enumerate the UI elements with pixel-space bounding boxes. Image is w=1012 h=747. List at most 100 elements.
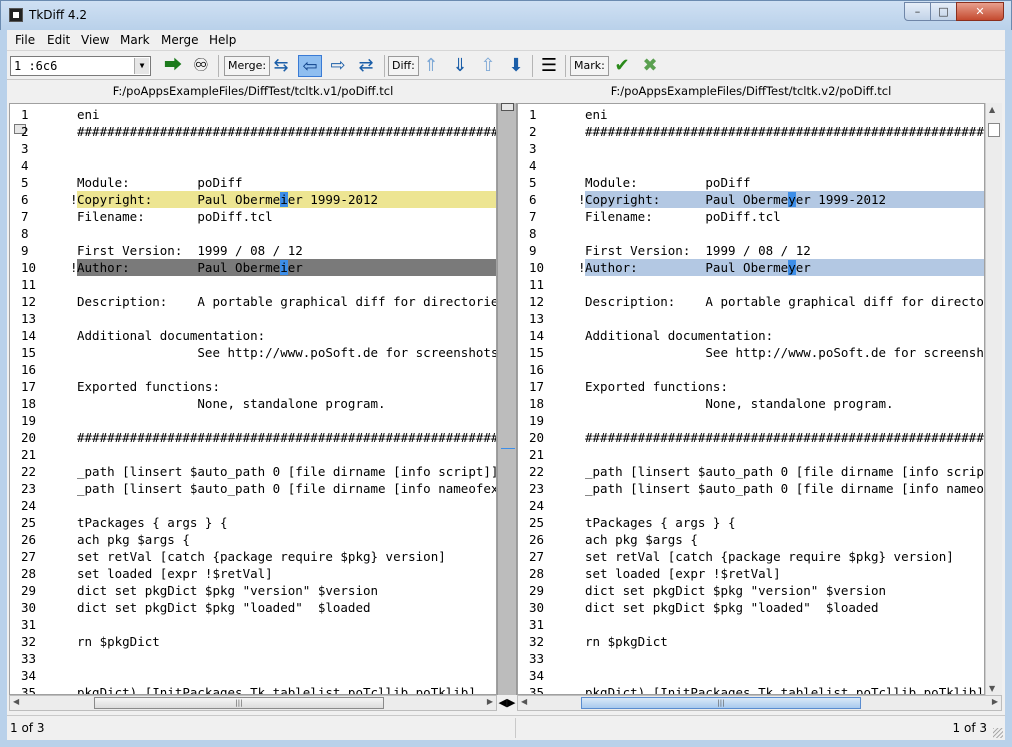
line-number: 19	[21, 413, 37, 428]
line-text-post: er	[795, 260, 811, 275]
right-code-line: 15 See http://www.poSoft.de for screensh…	[518, 344, 984, 361]
menu-file[interactable]: File	[15, 33, 35, 47]
scroll-down-icon[interactable]: ▼	[989, 684, 995, 693]
line-text: ########################################…	[77, 124, 497, 139]
last-diff-icon[interactable]: ⬇	[504, 55, 528, 77]
merge-right-icon[interactable]: ⇨	[326, 55, 350, 77]
line-number: 3	[21, 141, 29, 156]
report-icon[interactable]: ☰	[537, 55, 561, 77]
scroll-right-icon[interactable]: ▶	[487, 697, 493, 706]
scroll-up-icon[interactable]: ▲	[989, 105, 995, 114]
diff-selector-combo[interactable]: 1 :6c6 ▼	[10, 56, 151, 76]
overview-viewport-indicator[interactable]	[501, 103, 514, 111]
line-text: Copyright: Paul Obermeyer 1999-2012	[585, 191, 984, 208]
menu-mark[interactable]: Mark	[120, 33, 150, 47]
line-text-pre: Author: Paul Oberme	[585, 260, 789, 275]
app-icon	[9, 8, 23, 22]
right-code-line: 4	[518, 157, 984, 174]
right-horizontal-scrollbar[interactable]: ◀ ||| ▶	[517, 695, 1002, 711]
right-code-line: 21	[518, 446, 984, 463]
menu-view[interactable]: View	[81, 33, 109, 47]
line-text: First Version: 1999 / 08 / 12	[77, 243, 303, 258]
next-diff-icon[interactable]: ⇓	[448, 55, 472, 77]
left-code-line: 35 pkgDict) [InitPackages Tk tablelist po…	[10, 684, 496, 695]
left-code-line: 9 First Version: 1999 / 08 / 12	[10, 242, 496, 259]
line-number: 15	[21, 345, 37, 360]
left-code-line: 34	[10, 667, 496, 684]
right-code-line: 31	[518, 616, 984, 633]
left-code-line: 25 tPackages { args } {	[10, 514, 496, 531]
line-number: 13	[21, 311, 37, 326]
line-number: 1	[529, 107, 537, 122]
line-text: See http://www.poSoft.de for screenshots	[585, 345, 985, 360]
merge-both-icon[interactable]: ⇆	[269, 55, 293, 77]
status-right: 1 of 3	[952, 721, 987, 735]
line-text: eni	[585, 107, 608, 122]
line-number: 16	[21, 362, 37, 377]
line-number: 7	[529, 209, 537, 224]
right-code-line: 30 dict set pkgDict $pkg "loaded" $loaded	[518, 599, 984, 616]
right-code-line: 20 ######################################…	[518, 429, 984, 446]
vertical-scroll-thumb[interactable]	[988, 123, 1000, 137]
line-text: Description: A portable graphical diff f…	[77, 294, 497, 309]
line-text: See http://www.poSoft.de for screenshots	[77, 345, 497, 360]
line-text: _path [linsert $auto_path 0 [file dirnam…	[585, 481, 984, 496]
window-title: TkDiff 4.2	[29, 8, 88, 22]
right-code-line: 17 Exported functions:	[518, 378, 984, 395]
mark-set-icon[interactable]: ✔	[610, 55, 634, 77]
close-button[interactable]: ✕	[956, 2, 1004, 21]
minimize-button[interactable]: –	[904, 2, 931, 21]
scroll-left-icon[interactable]: ◀	[521, 697, 527, 706]
right-code-line: 9 First Version: 1999 / 08 / 12	[518, 242, 984, 259]
line-text: pkgDict) [InitPackages Tk tablelist poTc…	[77, 685, 476, 695]
left-code-line: 5 Module: poDiff	[10, 174, 496, 191]
left-file-path: F:/poAppsExampleFiles/DiffTest/tcltk.v1/…	[112, 84, 394, 98]
right-code-line: 8	[518, 225, 984, 242]
line-number: 5	[529, 175, 537, 190]
line-text: ach pkg $args {	[585, 532, 698, 547]
right-code-line: 27 set retVal [catch {package require $pk…	[518, 548, 984, 565]
menu-edit[interactable]: Edit	[47, 33, 70, 47]
line-text: dict set pkgDict $pkg "version" $version	[77, 583, 379, 598]
rediff-icon[interactable]: ⮕	[161, 55, 185, 77]
maximize-button[interactable]: □	[930, 2, 957, 21]
right-code-line: 1 eni	[518, 106, 984, 123]
line-text: Module: poDiff	[77, 175, 243, 190]
scroll-right-icon[interactable]: ▶	[992, 697, 998, 706]
menu-help[interactable]: Help	[209, 33, 236, 47]
line-number: 35	[21, 685, 37, 695]
line-number: 11	[529, 277, 545, 292]
line-number: 18	[21, 396, 37, 411]
vertical-scrollbar[interactable]: ▲ ▼	[985, 103, 1002, 695]
merge-swap-icon[interactable]: ⇄	[354, 55, 378, 77]
left-code-line: 17 Exported functions:	[10, 378, 496, 395]
line-number: 2	[529, 124, 537, 139]
mark-label: Mark:	[570, 56, 609, 76]
left-text-pane[interactable]: 1 eni 2 ###################################…	[9, 103, 497, 695]
first-diff-icon[interactable]: ⇑	[419, 55, 443, 77]
line-number: 24	[21, 498, 37, 513]
mark-clear-icon[interactable]: ✖	[638, 55, 662, 77]
diff-overview-map[interactable]	[497, 103, 517, 695]
left-horizontal-scrollbar[interactable]: ◀ ||| ▶	[9, 695, 497, 711]
right-code-line: 12 Description: A portable graphical diff…	[518, 293, 984, 310]
resize-grip-icon[interactable]	[993, 728, 1003, 738]
find-binoculars-icon[interactable]: ♾	[189, 55, 213, 77]
left-horizontal-scroll-thumb[interactable]: |||	[94, 697, 384, 709]
chevron-down-icon[interactable]: ▼	[134, 58, 149, 74]
line-text: set retVal [catch {package require $pkg}…	[585, 549, 954, 564]
line-number: 35	[529, 685, 545, 695]
right-text-pane[interactable]: 1 eni 2 ###################################…	[517, 103, 985, 695]
menu-merge[interactable]: Merge	[161, 33, 198, 47]
scroll-sync-button[interactable]: ◀▶	[497, 695, 517, 711]
scroll-left-icon[interactable]: ◀	[13, 697, 19, 706]
diff-label: Diff:	[388, 56, 419, 76]
right-horizontal-scroll-thumb[interactable]: |||	[581, 697, 861, 709]
left-code-line: 32 rn $pkgDict	[10, 633, 496, 650]
prev-diff-icon[interactable]: ⇧	[476, 55, 500, 77]
line-text: None, standalone program.	[585, 396, 894, 411]
merge-left-icon[interactable]: ⇦	[298, 55, 322, 77]
line-text: _path [linsert $auto_path 0 [file dirnam…	[77, 481, 496, 496]
line-text: Filename: poDiff.tcl	[77, 209, 273, 224]
right-code-line: 33	[518, 650, 984, 667]
